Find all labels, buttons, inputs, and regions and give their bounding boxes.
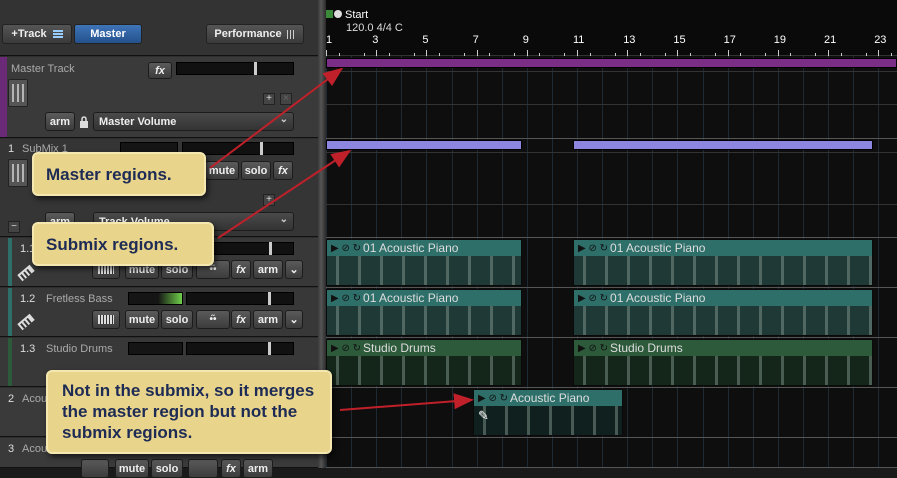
callout-text: Not in the submix, so it merges the mast… — [62, 381, 315, 442]
callout-text: Submix regions. — [46, 234, 179, 254]
callout-text: Master regions. — [46, 164, 172, 184]
arrow-submix — [217, 149, 352, 239]
arrow-master — [209, 67, 344, 169]
callout-submix: Submix regions. — [32, 222, 214, 266]
callout-master: Master regions. — [32, 152, 206, 196]
arrow-note — [339, 393, 474, 411]
callout-note: Not in the submix, so it merges the mast… — [46, 370, 332, 454]
